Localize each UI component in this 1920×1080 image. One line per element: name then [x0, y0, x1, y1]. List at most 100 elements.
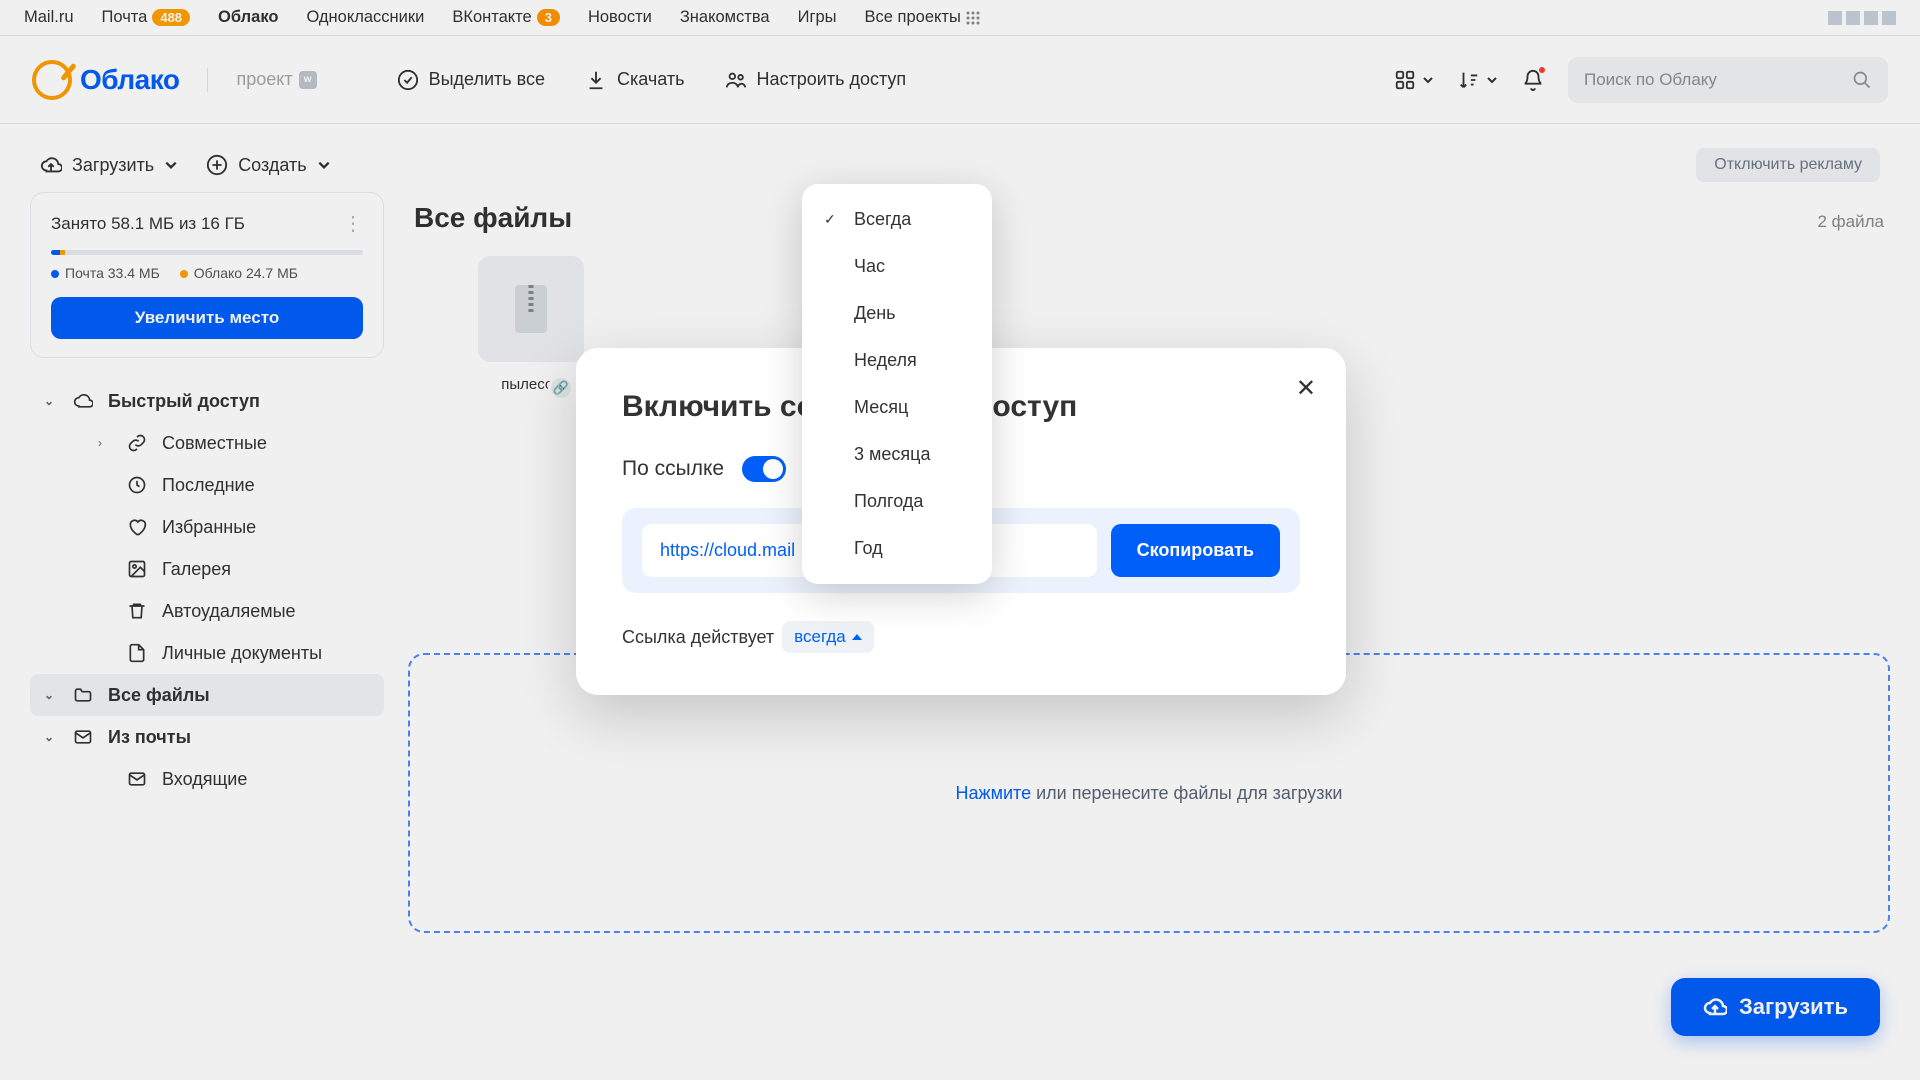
- logo-icon: [32, 60, 72, 100]
- logo[interactable]: Облако: [32, 60, 179, 100]
- heart-icon: [126, 516, 148, 538]
- user-avatar-area[interactable]: [1828, 11, 1896, 25]
- share-label: Настроить доступ: [757, 69, 907, 90]
- plus-circle-icon: [206, 154, 228, 176]
- mail-badge: 488: [152, 9, 190, 26]
- cloud-icon: [72, 390, 94, 412]
- legend-cloud: Облако 24.7 МБ: [180, 265, 298, 281]
- nav-label: Быстрый доступ: [108, 391, 260, 412]
- upload-menu-button[interactable]: Загрузить: [40, 154, 178, 176]
- nav-label: Входящие: [162, 769, 247, 790]
- sort-icon: [1458, 69, 1480, 91]
- expiry-value: всегда: [794, 627, 846, 647]
- cloud-upload-icon: [1703, 995, 1727, 1019]
- grid-icon: [1394, 69, 1416, 91]
- sub-header: Загрузить Создать Отключить рекламу: [0, 124, 1920, 192]
- file-count: 2 файла: [1818, 212, 1885, 232]
- grid-dots-icon: [966, 11, 980, 25]
- topnav-mail[interactable]: Почта488: [102, 8, 191, 27]
- topnav-ok[interactable]: Одноклассники: [306, 8, 424, 27]
- expiry-dropdown-button[interactable]: всегда: [782, 621, 874, 653]
- topnav-cloud[interactable]: Облако: [218, 8, 278, 27]
- notifications-button[interactable]: [1522, 69, 1544, 91]
- legend-mail: Почта 33.4 МБ: [51, 265, 160, 281]
- dropzone-click-link[interactable]: Нажмите: [956, 783, 1032, 803]
- nav-label: Избранные: [162, 517, 256, 538]
- nav-all-files[interactable]: ⌄ Все файлы: [30, 674, 384, 716]
- search-input[interactable]: Поиск по Облаку: [1568, 57, 1888, 103]
- nav-label: Личные документы: [162, 643, 322, 664]
- nav-from-mail[interactable]: ⌄ Из почты: [30, 716, 384, 758]
- divider: [207, 68, 208, 92]
- logo-text: Облако: [80, 64, 179, 96]
- zip-icon: [515, 285, 547, 333]
- chevron-down-icon: ⌄: [44, 688, 58, 702]
- cloud-upload-icon: [40, 154, 62, 176]
- download-button[interactable]: Скачать: [585, 69, 685, 91]
- nav-label: Из почты: [108, 727, 191, 748]
- topnav-mailru[interactable]: Mail.ru: [24, 8, 74, 27]
- topnav-news[interactable]: Новости: [588, 8, 652, 27]
- nav-label: Галерея: [162, 559, 231, 580]
- envelope-icon: [126, 768, 148, 790]
- storage-card: Занято 58.1 МБ из 16 ГБ ⋮ Почта 33.4 МБ …: [30, 192, 384, 358]
- menu-item-month[interactable]: Месяц: [802, 384, 992, 431]
- menu-item-day[interactable]: День: [802, 290, 992, 337]
- copy-button[interactable]: Скопировать: [1111, 524, 1280, 577]
- chevron-down-icon: ⌄: [44, 730, 58, 744]
- envelope-icon: [72, 726, 94, 748]
- nav-label: Автоудаляемые: [162, 601, 296, 622]
- nav-gallery[interactable]: Галерея: [30, 548, 384, 590]
- topnav-allprojects[interactable]: Все проекты: [865, 8, 980, 27]
- nav-quick-access[interactable]: ⌄ Быстрый доступ: [30, 380, 384, 422]
- link-toggle[interactable]: [742, 456, 786, 482]
- sort-button[interactable]: [1458, 69, 1498, 91]
- share-settings-button[interactable]: Настроить доступ: [725, 69, 907, 91]
- disable-ads-button[interactable]: Отключить рекламу: [1696, 148, 1880, 182]
- file-tile[interactable]: 🔗 пылесос: [478, 256, 584, 393]
- topnav-vk-label: ВКонтакте: [452, 8, 531, 27]
- trash-timer-icon: [126, 600, 148, 622]
- nav-label: Последние: [162, 475, 255, 496]
- chevron-down-icon: ⌄: [44, 394, 58, 408]
- view-mode-button[interactable]: [1394, 69, 1434, 91]
- notification-dot: [1539, 67, 1545, 73]
- project-label: проектw: [236, 69, 316, 90]
- menu-item-week[interactable]: Неделя: [802, 337, 992, 384]
- chevron-down-icon: [164, 158, 178, 172]
- create-menu-button[interactable]: Создать: [206, 154, 330, 176]
- nav-inbox[interactable]: Входящие: [30, 758, 384, 800]
- check-icon: ✓: [824, 211, 836, 228]
- topnav-allprojects-label: Все проекты: [865, 8, 961, 27]
- close-button[interactable]: ✕: [1296, 374, 1316, 403]
- expiry-label: Ссылка действует: [622, 627, 774, 648]
- nav-autodelete[interactable]: Автоудаляемые: [30, 590, 384, 632]
- topnav-dating[interactable]: Знакомства: [680, 8, 770, 27]
- vk-mini-icon: w: [299, 71, 317, 89]
- upload-fab[interactable]: Загрузить: [1671, 978, 1880, 1036]
- search-icon: [1852, 70, 1872, 90]
- triangle-up-icon: [852, 634, 862, 640]
- sidebar: Занято 58.1 МБ из 16 ГБ ⋮ Почта 33.4 МБ …: [30, 192, 384, 933]
- menu-item-always[interactable]: ✓Всегда: [802, 196, 992, 243]
- sidebar-nav: ⌄ Быстрый доступ › Совместные Последние …: [30, 380, 384, 800]
- nav-shared[interactable]: › Совместные: [30, 422, 384, 464]
- topnav-vk[interactable]: ВКонтакте3: [452, 8, 560, 27]
- select-all-button[interactable]: Выделить все: [397, 69, 545, 91]
- nav-documents[interactable]: Личные документы: [30, 632, 384, 674]
- nav-favorites[interactable]: Избранные: [30, 506, 384, 548]
- chevron-down-icon: [317, 158, 331, 172]
- nav-label: Совместные: [162, 433, 267, 454]
- menu-item-3months[interactable]: 3 месяца: [802, 431, 992, 478]
- storage-menu-button[interactable]: ⋮: [343, 211, 363, 236]
- page-title: Все файлы: [414, 202, 572, 234]
- chevron-right-icon: ›: [98, 436, 112, 450]
- upload-dropzone[interactable]: Нажмите или перенесите файлы для загрузк…: [408, 653, 1890, 933]
- topnav-games[interactable]: Игры: [798, 8, 837, 27]
- nav-recent[interactable]: Последние: [30, 464, 384, 506]
- menu-item-halfyear[interactable]: Полгода: [802, 478, 992, 525]
- menu-item-year[interactable]: Год: [802, 525, 992, 572]
- menu-item-hour[interactable]: Час: [802, 243, 992, 290]
- expand-storage-button[interactable]: Увеличить место: [51, 297, 363, 339]
- download-icon: [585, 69, 607, 91]
